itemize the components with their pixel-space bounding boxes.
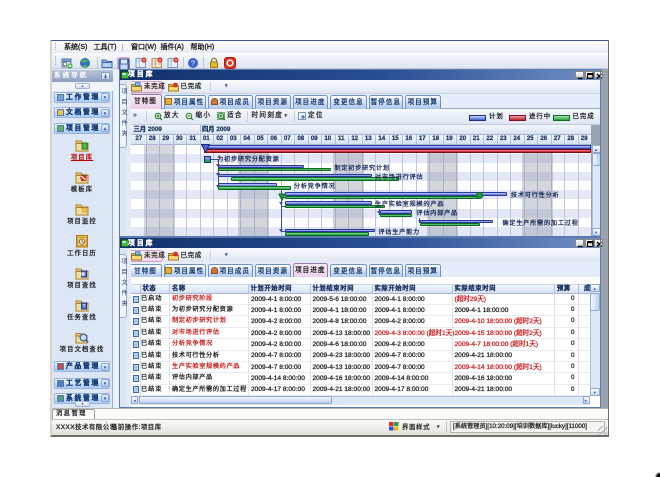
svg-text:?: ? [82, 304, 85, 310]
svg-text:?: ? [191, 58, 195, 67]
